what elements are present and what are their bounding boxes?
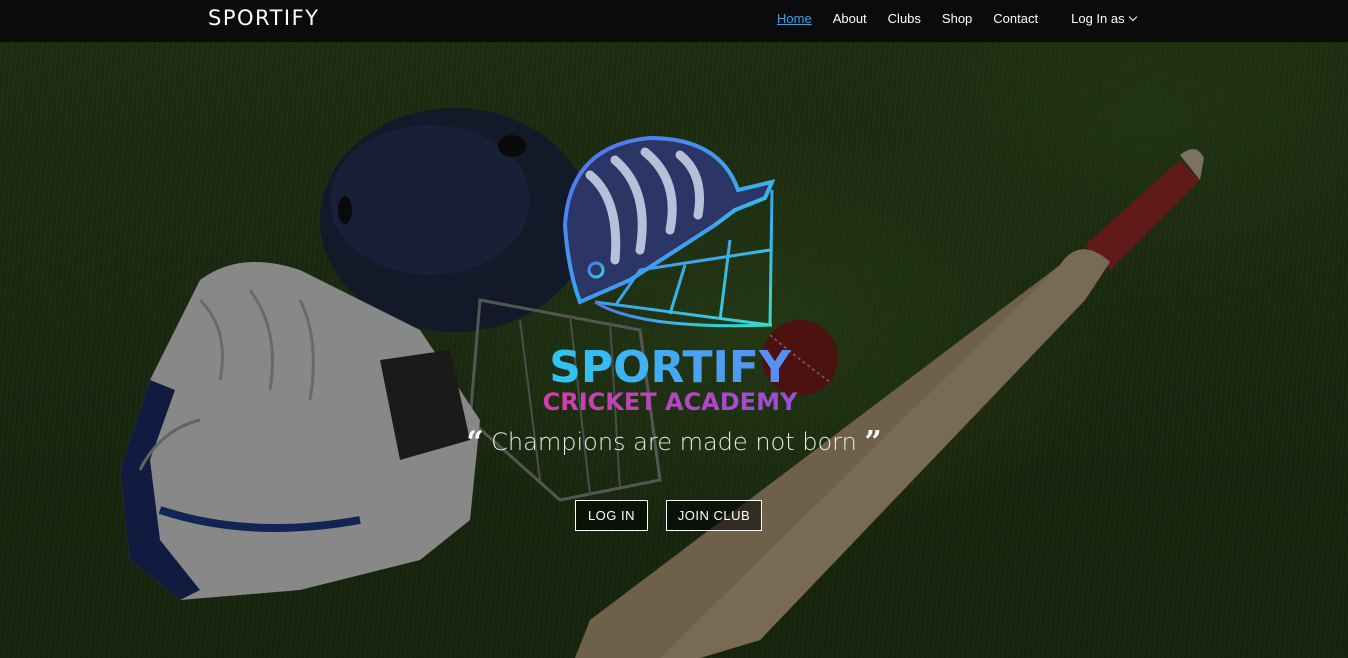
academy-logo: SPORTIFY CRICKET ACADEMY (543, 135, 798, 416)
login-dropdown-label: Log In as (1071, 11, 1125, 26)
open-quote-icon: “ (466, 425, 484, 460)
close-quote-icon: ” (864, 425, 882, 460)
cricket-helmet-icon (562, 135, 776, 328)
logo-title: SPORTIFY (549, 342, 792, 393)
nav-link-contact[interactable]: Contact (993, 11, 1038, 26)
logo-subtitle: CRICKET ACADEMY (543, 388, 798, 416)
hero-tagline: “ Champions are made not born ” (0, 425, 1348, 460)
nav-link-shop[interactable]: Shop (942, 11, 972, 26)
nav-menu: Home About Clubs Shop Contact Log In as (777, 11, 1137, 26)
login-dropdown-toggle[interactable]: Log In as (1071, 11, 1137, 26)
chevron-down-icon (1128, 12, 1137, 21)
nav-link-home[interactable]: Home (777, 11, 812, 26)
tagline-text: Champions are made not born (491, 428, 857, 456)
login-button[interactable]: LOG IN (575, 500, 648, 531)
top-navbar: SPORTIFY Home About Clubs Shop Contact L… (0, 0, 1348, 42)
nav-link-about[interactable]: About (833, 11, 867, 26)
nav-link-clubs[interactable]: Clubs (888, 11, 921, 26)
brand-logo-link[interactable]: SPORTIFY (208, 6, 320, 30)
join-club-button[interactable]: JOIN CLUB (666, 500, 762, 531)
